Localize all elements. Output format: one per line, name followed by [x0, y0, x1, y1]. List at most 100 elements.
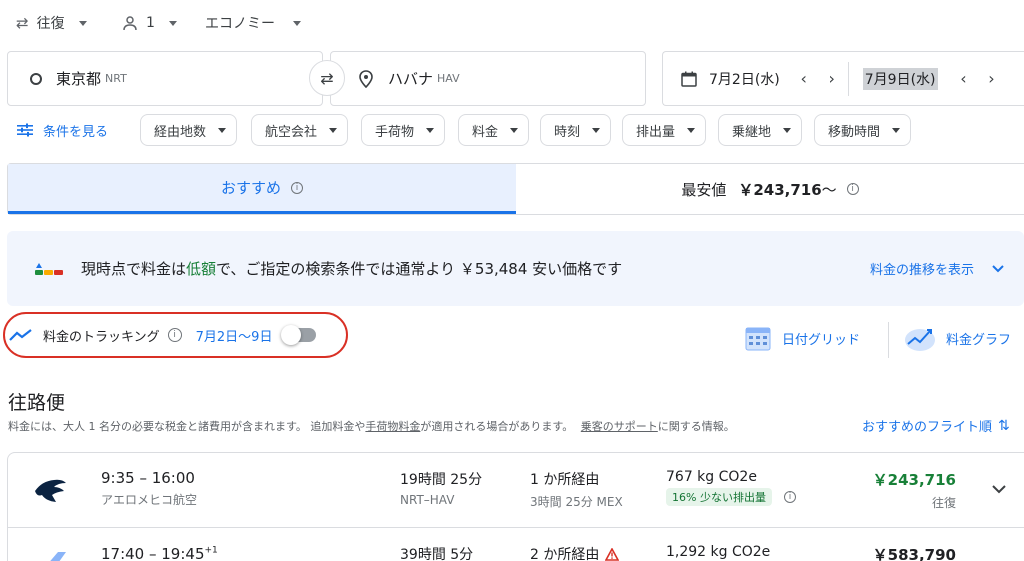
filter-chip-airlines[interactable]: 航空会社 — [251, 114, 349, 146]
chevron-down-icon — [293, 20, 301, 26]
chevron-down-icon — [78, 20, 87, 26]
trip-type-select[interactable]: ⇄ 往復 — [16, 12, 87, 34]
chevron-down-icon — [892, 127, 901, 133]
filter-chip-duration[interactable]: 移動時間 — [814, 114, 912, 146]
date-field[interactable]: 7月2日(水) ‹ › 7月9日(水) ‹ › — [662, 51, 1024, 106]
insight-text-b: で、ご指定の検索条件では通常より ￥53,484 安い価格です — [216, 260, 623, 278]
return-date[interactable]: 7月9日(水) — [862, 67, 938, 90]
prev-depart-date-icon[interactable]: ‹ — [794, 69, 814, 88]
price-level-icon — [35, 262, 63, 275]
sort-button[interactable]: おすすめのフライト順 ⇅ — [862, 416, 1010, 436]
baggage-fees-link[interactable]: 手荷物料金 — [365, 420, 420, 433]
price-graph-button[interactable]: 料金グラフ — [904, 324, 1011, 352]
location-pin-icon — [359, 69, 373, 88]
origin-code: NRT — [105, 72, 127, 85]
chevron-down-icon — [218, 127, 227, 133]
insight-low-word: 低額 — [186, 260, 217, 278]
flight-layover: 3時間 25分 MEX — [530, 495, 623, 509]
origin-city: 東京都 — [56, 70, 102, 88]
flight-stops: 1 か所経由 — [530, 472, 600, 488]
chip-label: 手荷物 — [375, 124, 415, 140]
calendar-icon — [681, 71, 697, 87]
passenger-assistance-link[interactable]: 乗客のサポート — [581, 420, 658, 433]
chevron-down-icon — [592, 127, 601, 133]
price-insight-text: 現時点で料金は低額で、ご指定の検索条件では通常より ￥53,484 安い価格です — [81, 258, 622, 279]
tab-cheapest[interactable]: 最安値 ￥243,716 ～ i — [516, 164, 1024, 214]
tune-icon — [17, 123, 33, 137]
warning-icon — [605, 547, 620, 561]
chevron-down-icon — [329, 127, 338, 133]
chip-label: 料金 — [472, 124, 499, 140]
info-icon[interactable]: i — [846, 183, 859, 195]
cabin-label: エコノミー — [205, 16, 275, 32]
swap-locations-button[interactable]: ⇄ — [309, 60, 345, 96]
passenger-select[interactable]: 1 — [122, 12, 177, 34]
chevron-down-icon — [168, 20, 177, 26]
filter-chip-price[interactable]: 料金 — [458, 114, 530, 146]
next-depart-date-icon[interactable]: › — [822, 69, 842, 88]
info-icon[interactable]: i — [291, 181, 303, 194]
tab-best-label: おすすめ — [220, 179, 281, 197]
cabin-select[interactable]: エコノミー — [205, 12, 301, 34]
section-heading: 往路便 — [8, 392, 66, 414]
origin-field[interactable]: 東京都 NRT — [7, 51, 323, 106]
chevron-down-icon — [783, 127, 792, 133]
date-grid-label: 日付グリッド — [782, 332, 861, 348]
chip-label: 乗継地 — [732, 124, 772, 140]
fare-note: 料金には、大人 1 名分の必要な税金と諸費用が含まれます。 追加料金や手荷物料金… — [8, 418, 735, 434]
emissions-badge: 16% 少ない排出量 — [666, 488, 772, 506]
flight-result-2[interactable]: 17:40 – 19:45+1 39時間 5分 2 か所経由 1,292 kg … — [7, 527, 1024, 561]
toggle-knob — [281, 325, 302, 345]
tracking-toggle[interactable] — [281, 325, 317, 345]
divider — [888, 322, 889, 358]
info-icon[interactable]: i — [783, 491, 796, 503]
chip-label: 経由地数 — [154, 124, 207, 140]
filter-chip-stops[interactable]: 経由地数 — [140, 114, 238, 146]
chevron-down-icon — [687, 127, 696, 133]
flight-times: 17:40 – 19:45 — [101, 545, 205, 561]
passenger-count: 1 — [146, 15, 155, 31]
chip-label: 時刻 — [554, 124, 581, 140]
all-filters-button[interactable]: 条件を見る — [17, 114, 108, 146]
price-history-button[interactable]: 料金の推移を表示 — [870, 259, 1004, 278]
fare-note-text: 料金には、大人 1 名分の必要な税金と諸費用が含まれます。 追加料金や — [8, 420, 366, 433]
chevron-down-icon — [426, 127, 435, 133]
flight-price: ￥243,716 — [872, 471, 956, 489]
price-history-label: 料金の推移を表示 — [869, 263, 974, 278]
flight-co2: 1,292 kg CO2e — [666, 544, 771, 560]
destination-city: ハバナ — [388, 70, 434, 88]
flight-route: NRT–HAV — [400, 493, 455, 507]
flight-result-1[interactable]: 9:35 – 16:00 アエロメヒコ航空 19時間 25分 NRT–HAV 1… — [7, 452, 1024, 528]
filter-chip-connecting-airports[interactable]: 乗継地 — [718, 114, 803, 146]
price-graph-icon — [905, 329, 935, 351]
date-grid-button[interactable]: 日付グリッド — [744, 324, 860, 352]
flight-times: 9:35 – 16:00 — [101, 469, 195, 487]
origin-circle-icon — [30, 72, 42, 85]
swap-arrows-icon: ⇄ — [320, 68, 334, 88]
destination-code: HAV — [437, 72, 460, 85]
filter-chip-times[interactable]: 時刻 — [540, 114, 612, 146]
chip-label: 移動時間 — [828, 124, 881, 140]
destination-field[interactable]: ハバナ HAV — [330, 51, 646, 106]
expand-chevron-icon[interactable] — [992, 485, 1006, 494]
info-icon[interactable]: i — [167, 328, 182, 342]
price-type: 往復 — [931, 496, 956, 510]
tab-best[interactable]: おすすめ i — [8, 164, 516, 214]
insight-text-a: 現時点で料金は — [81, 260, 187, 278]
person-icon — [123, 16, 137, 31]
fare-note-text: に関する情報。 — [657, 420, 735, 433]
filter-chip-emissions[interactable]: 排出量 — [622, 114, 707, 146]
next-return-date-icon[interactable]: › — [982, 69, 1002, 88]
tab-cheapest-price: ￥243,716 — [738, 180, 822, 199]
flight-stops: 2 か所経由 — [530, 547, 600, 561]
prev-return-date-icon[interactable]: ‹ — [954, 69, 974, 88]
flight-duration: 39時間 5分 — [400, 547, 474, 561]
flight-co2: 767 kg CO2e — [666, 469, 757, 485]
price-tracking-row: 料金のトラッキング i 7月2日〜9日 — [3, 312, 348, 358]
aeromexico-logo-icon — [35, 479, 66, 502]
date-grid-icon — [745, 327, 771, 351]
trip-type-label: 往復 — [36, 16, 65, 32]
filter-chip-bags[interactable]: 手荷物 — [361, 114, 446, 146]
tab-cheapest-suffix: ～ — [821, 180, 837, 199]
depart-date[interactable]: 7月2日(水) — [709, 69, 780, 89]
